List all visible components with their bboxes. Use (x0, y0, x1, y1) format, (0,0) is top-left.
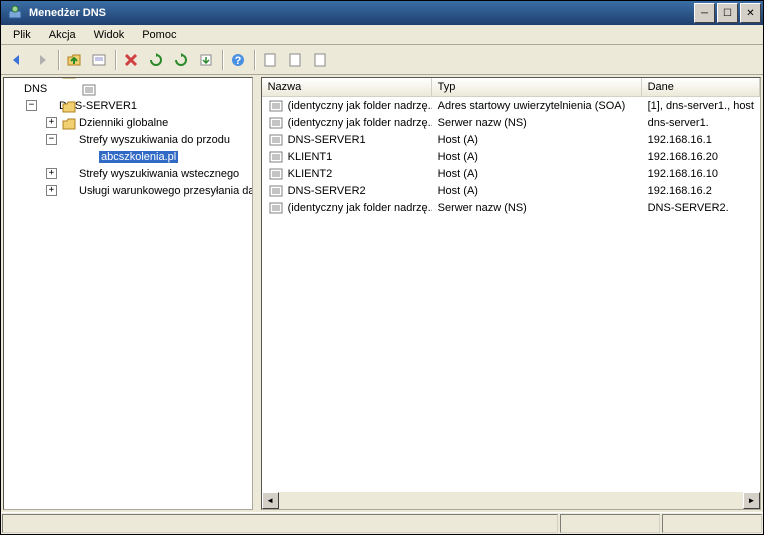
cell-type: Serwer nazw (NS) (432, 116, 642, 130)
cell-data: 192.168.16.20 (642, 150, 760, 164)
column-header-type[interactable]: Typ (432, 78, 642, 96)
status-pane (2, 514, 558, 533)
expander-icon[interactable]: − (46, 134, 57, 145)
expander-icon[interactable]: + (46, 185, 57, 196)
up-button[interactable] (62, 48, 86, 72)
toolbar (1, 45, 763, 75)
column-header-data[interactable]: Dane (642, 78, 760, 96)
close-button[interactable]: ✕ (740, 3, 761, 23)
record-icon (268, 183, 284, 199)
zone-icon (81, 149, 97, 165)
status-bar (1, 512, 763, 534)
dns-icon (6, 81, 22, 97)
toolbar-separator (55, 48, 61, 72)
list-row[interactable]: KLIENT1 Host (A)192.168.16.20 (262, 148, 760, 165)
status-pane (560, 514, 660, 533)
toolbar-separator (112, 48, 118, 72)
record-icon (268, 115, 284, 131)
cell-name: DNS-SERVER1 (288, 134, 366, 146)
app-icon (7, 5, 23, 21)
menu-action[interactable]: Akcja (41, 27, 84, 43)
cell-name: (identyczny jak folder nadrzę... (288, 202, 432, 214)
folder-icon (61, 183, 77, 199)
record-icon (268, 166, 284, 182)
refresh-button[interactable] (144, 48, 168, 72)
toolbar-separator (251, 48, 257, 72)
tree-server[interactable]: − DNS-SERVER1 (6, 97, 250, 114)
tree-label: Strefy wyszukiwania wstecznego (79, 168, 239, 180)
menu-help[interactable]: Pomoc (134, 27, 184, 43)
cell-name: DNS-SERVER2 (288, 185, 366, 197)
export-button[interactable] (194, 48, 218, 72)
tree-conditional-forwarders[interactable]: + Usługi warunkowego przesyłania dalej (6, 182, 250, 199)
back-button[interactable] (5, 48, 29, 72)
cell-name: (identyczny jak folder nadrzę... (288, 117, 432, 129)
expander-icon[interactable]: + (46, 168, 57, 179)
menu-file[interactable]: Plik (5, 27, 39, 43)
page1-button[interactable] (258, 48, 282, 72)
help-button[interactable] (226, 48, 250, 72)
minimize-button[interactable]: ─ (694, 3, 715, 23)
scroll-right-icon[interactable]: ► (743, 492, 760, 509)
cell-type: Host (A) (432, 167, 642, 181)
cell-data: 192.168.16.1 (642, 133, 760, 147)
cell-type: Host (A) (432, 184, 642, 198)
cell-type: Host (A) (432, 133, 642, 147)
page2-button[interactable] (283, 48, 307, 72)
tree-label: Usługi warunkowego przesyłania dalej (79, 185, 253, 197)
list-row[interactable]: (identyczny jak folder nadrzę...Adres st… (262, 97, 760, 114)
refresh2-button[interactable] (169, 48, 193, 72)
menu-bar: Plik Akcja Widok Pomoc (1, 25, 763, 45)
status-pane (662, 514, 762, 533)
list-row[interactable]: (identyczny jak folder nadrzę...Serwer n… (262, 199, 760, 216)
list-header: Nazwa Typ Dane (262, 78, 760, 97)
title-bar: Menedżer DNS ─ ☐ ✕ (1, 1, 763, 25)
list-row[interactable]: KLIENT2 Host (A)192.168.16.10 (262, 165, 760, 182)
menu-view[interactable]: Widok (86, 27, 133, 43)
tree-label: Strefy wyszukiwania do przodu (79, 134, 230, 146)
cell-name: (identyczny jak folder nadrzę... (288, 100, 432, 112)
list-row[interactable]: DNS-SERVER2 Host (A)192.168.16.2 (262, 182, 760, 199)
list-view[interactable]: Nazwa Typ Dane (identyczny jak folder na… (261, 77, 761, 510)
maximize-button[interactable]: ☐ (717, 3, 738, 23)
cell-name: KLIENT2 (288, 168, 333, 180)
delete-button[interactable] (119, 48, 143, 72)
cell-data: 192.168.16.2 (642, 184, 760, 198)
scroll-left-icon[interactable]: ◄ (262, 492, 279, 509)
properties-button[interactable] (87, 48, 111, 72)
expander-icon[interactable]: + (46, 117, 57, 128)
horizontal-scrollbar[interactable]: ◄ ► (262, 492, 760, 509)
forward-button[interactable] (30, 48, 54, 72)
expander-icon[interactable]: − (26, 100, 37, 111)
column-header-name[interactable]: Nazwa (262, 78, 432, 96)
list-row[interactable]: (identyczny jak folder nadrzę...Serwer n… (262, 114, 760, 131)
page3-button[interactable] (308, 48, 332, 72)
window-title: Menedżer DNS (27, 7, 694, 19)
list-row[interactable]: DNS-SERVER1 Host (A)192.168.16.1 (262, 131, 760, 148)
server-icon (41, 98, 57, 114)
cell-data: DNS-SERVER2. (642, 201, 760, 215)
tree-view[interactable]: DNS − DNS-SERVER1 + Dzienniki globalne −… (3, 77, 253, 510)
cell-name: KLIENT1 (288, 151, 333, 163)
toolbar-separator (219, 48, 225, 72)
record-icon (268, 98, 284, 114)
splitter[interactable] (255, 75, 259, 512)
record-icon (268, 200, 284, 216)
cell-type: Host (A) (432, 150, 642, 164)
tree-label-selected: abcszkolenia.pl (99, 151, 178, 163)
record-icon (268, 149, 284, 165)
cell-type: Adres startowy uwierzytelnienia (SOA) (432, 99, 642, 113)
cell-data: dns-server1. (642, 116, 760, 130)
cell-data: 192.168.16.10 (642, 167, 760, 181)
cell-type: Serwer nazw (NS) (432, 201, 642, 215)
record-icon (268, 132, 284, 148)
cell-data: [1], dns-server1., host (642, 99, 760, 113)
